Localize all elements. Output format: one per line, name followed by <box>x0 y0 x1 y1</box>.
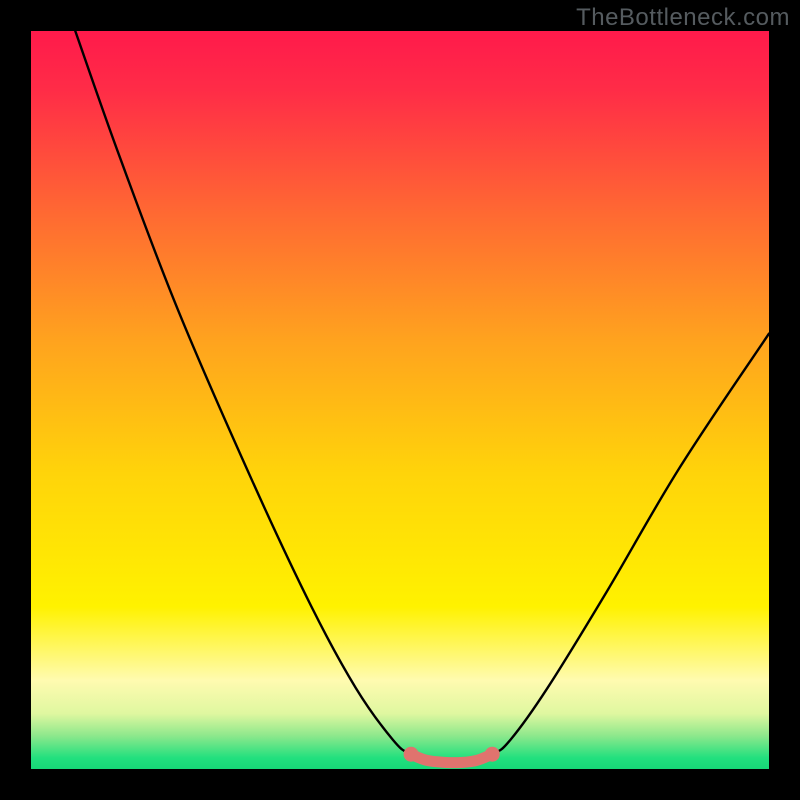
watermark-text: TheBottleneck.com <box>576 4 790 32</box>
plot-area <box>31 31 769 769</box>
curve-layer <box>31 31 769 769</box>
highlight-endpoint-dot <box>485 747 500 762</box>
chart-frame: TheBottleneck.com <box>0 0 800 800</box>
bottleneck-curve <box>75 31 769 763</box>
highlight-band <box>411 754 492 762</box>
highlight-endpoint-dot <box>404 747 419 762</box>
